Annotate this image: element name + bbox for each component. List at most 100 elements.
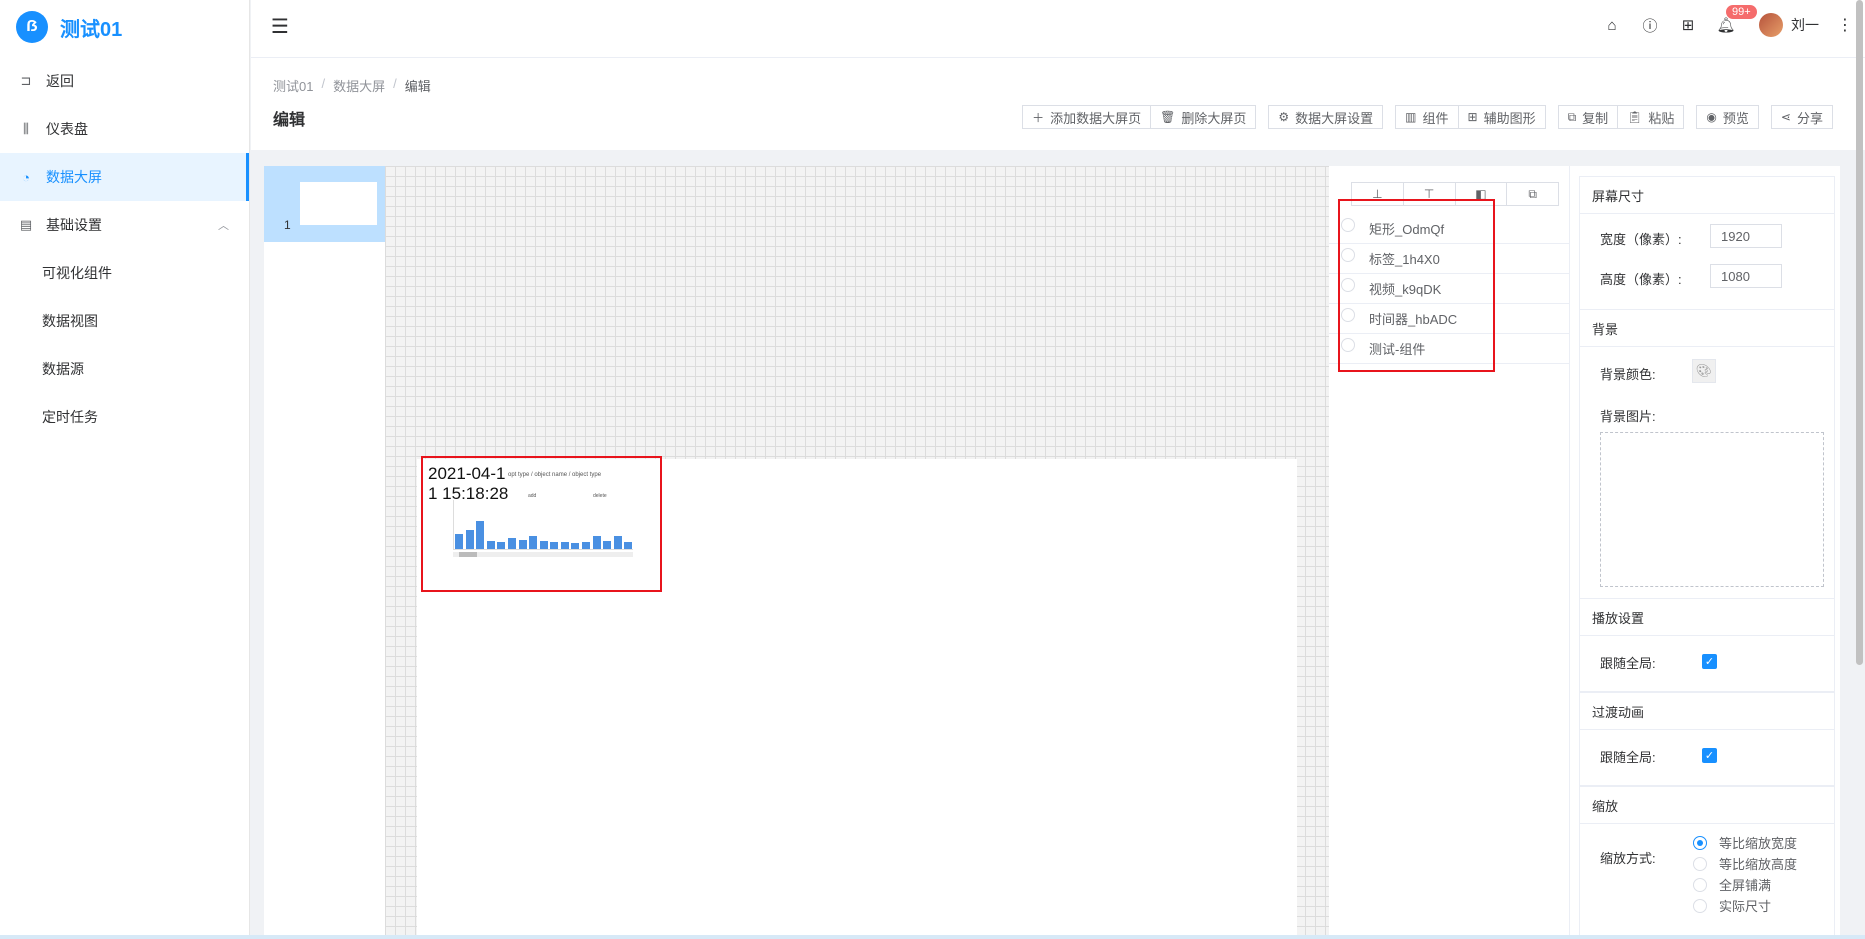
design-canvas[interactable]: 2021-04-1 1 15:18:28 opt type / object n…	[385, 166, 1329, 939]
layer-radio[interactable]	[1341, 247, 1355, 262]
scale-option-height[interactable]: 等比缩放高度	[1693, 854, 1797, 873]
paste-label: 粘贴	[1648, 110, 1675, 126]
component-button[interactable]: ▥ 组件	[1395, 105, 1459, 129]
chevron-up-icon: ︿	[218, 220, 229, 232]
sidebar-item-label: 数据大屏	[46, 169, 102, 185]
playback-follow-checkbox[interactable]: ✓	[1702, 654, 1717, 669]
bg-image-label: 背景图片:	[1600, 409, 1656, 424]
timer-widget[interactable]: 2021-04-1 1 15:18:28	[428, 464, 508, 504]
playback-title: 播放设置	[1580, 599, 1834, 636]
add-page-button[interactable]: ＋ 添加数据大屏页	[1022, 105, 1152, 129]
apps-grid-icon[interactable]: ⊞	[1669, 0, 1707, 50]
screen-settings-button[interactable]: ⚙ 数据大屏设置	[1268, 105, 1384, 129]
copy-button[interactable]: ⧉ 复制	[1557, 105, 1619, 129]
mini-chart-bar	[476, 521, 485, 549]
home-icon[interactable]: ⌂	[1593, 0, 1631, 50]
sidebar-subitem-data-sources[interactable]: 数据源	[0, 345, 249, 393]
transition-title: 过渡动画	[1580, 693, 1834, 730]
sidebar-item-back[interactable]: ⊐ 返回	[0, 57, 249, 105]
breadcrumb-separator: /	[393, 76, 397, 91]
user-name[interactable]: 刘一	[1791, 15, 1819, 35]
settings-button-group: ⚙ 数据大屏设置	[1268, 105, 1384, 129]
transition-follow-label: 跟随全局:	[1600, 750, 1656, 765]
breadcrumb-current: 编辑	[404, 79, 431, 94]
bring-forward-icon[interactable]: ◧	[1456, 183, 1508, 205]
layer-radio[interactable]	[1341, 337, 1355, 352]
scale-option-width[interactable]: 等比缩放宽度	[1693, 833, 1797, 852]
menu-toggle-icon[interactable]: ☰	[271, 14, 289, 39]
height-input[interactable]: 1080	[1710, 264, 1782, 288]
radio-circle[interactable]	[1693, 835, 1707, 850]
radio-circle[interactable]	[1693, 856, 1707, 871]
transition-follow-checkbox[interactable]: ✓	[1702, 748, 1717, 763]
sidebar-subitem-data-views[interactable]: 数据视图	[0, 297, 249, 345]
eye-icon: ◉	[1706, 110, 1717, 124]
sidebar-subitem-scheduled-tasks[interactable]: 定时任务	[0, 393, 249, 441]
selected-widget[interactable]: 2021-04-1 1 15:18:28 opt type / object n…	[421, 456, 662, 592]
notification-bell-icon[interactable]: 🔔︎ 99+	[1707, 0, 1758, 50]
send-backward-icon[interactable]: ⧉	[1507, 183, 1558, 205]
aux-shape-label: 辅助图形	[1483, 110, 1536, 126]
breadcrumb-item[interactable]: 测试01	[273, 76, 313, 95]
layer-item[interactable]: 标签_1h4X0	[1329, 244, 1569, 274]
bottom-strip	[0, 935, 1865, 939]
share-button-group: ⋖ 分享	[1770, 105, 1833, 129]
more-vertical-icon[interactable]: ⋮	[1837, 15, 1853, 35]
radio-circle[interactable]	[1693, 898, 1707, 913]
clipboard-button-group: ⧉ 复制 📋︎ 粘贴	[1557, 105, 1685, 129]
sidebar-item-dashboard[interactable]: ⫼ 仪表盘	[0, 105, 249, 153]
mini-chart-bar	[613, 536, 622, 549]
layer-item[interactable]: 视频_k9qDK	[1329, 274, 1569, 304]
scale-option-fullscreen[interactable]: 全屏铺满	[1693, 875, 1771, 894]
radio-circle[interactable]	[1693, 877, 1707, 892]
preview-button[interactable]: ◉ 预览	[1696, 105, 1759, 129]
scale-option-label: 实际尺寸	[1719, 899, 1772, 914]
screen-settings-label: 数据大屏设置	[1295, 110, 1374, 126]
sidebar-item-label: 返回	[46, 73, 74, 89]
chart-title: opt type / object name / object type	[508, 472, 602, 478]
layer-label: 矩形_OdmQf	[1369, 222, 1445, 237]
help-icon[interactable]: ⓘ	[1631, 0, 1669, 50]
move-top-icon[interactable]: ⊥	[1352, 183, 1404, 205]
width-input[interactable]: 1920	[1710, 224, 1782, 248]
share-icon: ⋖	[1780, 110, 1791, 124]
aux-shape-button[interactable]: ⊞ 辅助图形	[1458, 105, 1546, 129]
layer-item[interactable]: 测试-组件	[1329, 334, 1569, 364]
component-button-group: ▥ 组件 ⊞ 辅助图形	[1395, 105, 1546, 129]
sidebar-item-basic-settings[interactable]: ▤ 基础设置 ︿	[0, 201, 249, 249]
layer-item[interactable]: 矩形_OdmQf	[1329, 214, 1569, 244]
screen-size-title: 屏幕尺寸	[1580, 177, 1834, 214]
height-label: 高度（像素）:	[1600, 272, 1682, 287]
layer-radio[interactable]	[1341, 217, 1355, 232]
mini-chart-bar	[518, 540, 527, 549]
bar-chart-icon: ▥	[1405, 110, 1417, 124]
sidebar-subitem-visual-components[interactable]: 可视化组件	[0, 249, 249, 297]
scale-title: 缩放	[1580, 787, 1834, 824]
transition-card: 过渡动画 跟随全局: ✓	[1579, 692, 1835, 786]
layer-label: 标签_1h4X0	[1369, 252, 1440, 267]
chart-scrollbar[interactable]	[453, 552, 633, 557]
palette-icon[interactable]: 🎨︎	[1692, 359, 1716, 383]
mini-chart-bar	[539, 541, 548, 549]
share-button[interactable]: ⋖ 分享	[1770, 105, 1833, 129]
sidebar-item-label: 基础设置	[46, 217, 102, 233]
mini-chart-bar	[571, 543, 580, 549]
delete-page-button[interactable]: 🗑︎ 删除大屏页	[1151, 105, 1257, 129]
layer-item[interactable]: 时间器_hbADC	[1329, 304, 1569, 334]
chart-label-delete: delete	[593, 493, 607, 499]
align-top-icon[interactable]: ⊤	[1404, 183, 1456, 205]
layer-radio[interactable]	[1341, 277, 1355, 292]
sidebar-item-data-screen[interactable]: ◔ 数据大屏	[0, 153, 249, 201]
breadcrumb-item[interactable]: 数据大屏	[333, 76, 385, 95]
chart-scrollbar-thumb[interactable]	[459, 552, 477, 557]
paste-button[interactable]: 📋︎ 粘贴	[1618, 105, 1685, 129]
sidebar-item-label: 仪表盘	[46, 121, 88, 137]
page-thumbnail[interactable]: 1	[264, 166, 385, 242]
bg-image-upload[interactable]	[1600, 432, 1824, 587]
logo[interactable]: ẞ 测试01	[0, 0, 249, 54]
layer-label: 时间器_hbADC	[1369, 312, 1458, 327]
layer-radio[interactable]	[1341, 307, 1355, 322]
avatar[interactable]	[1759, 13, 1783, 37]
page-scrollbar[interactable]	[1856, 0, 1863, 665]
scale-option-actual[interactable]: 实际尺寸	[1693, 896, 1771, 915]
